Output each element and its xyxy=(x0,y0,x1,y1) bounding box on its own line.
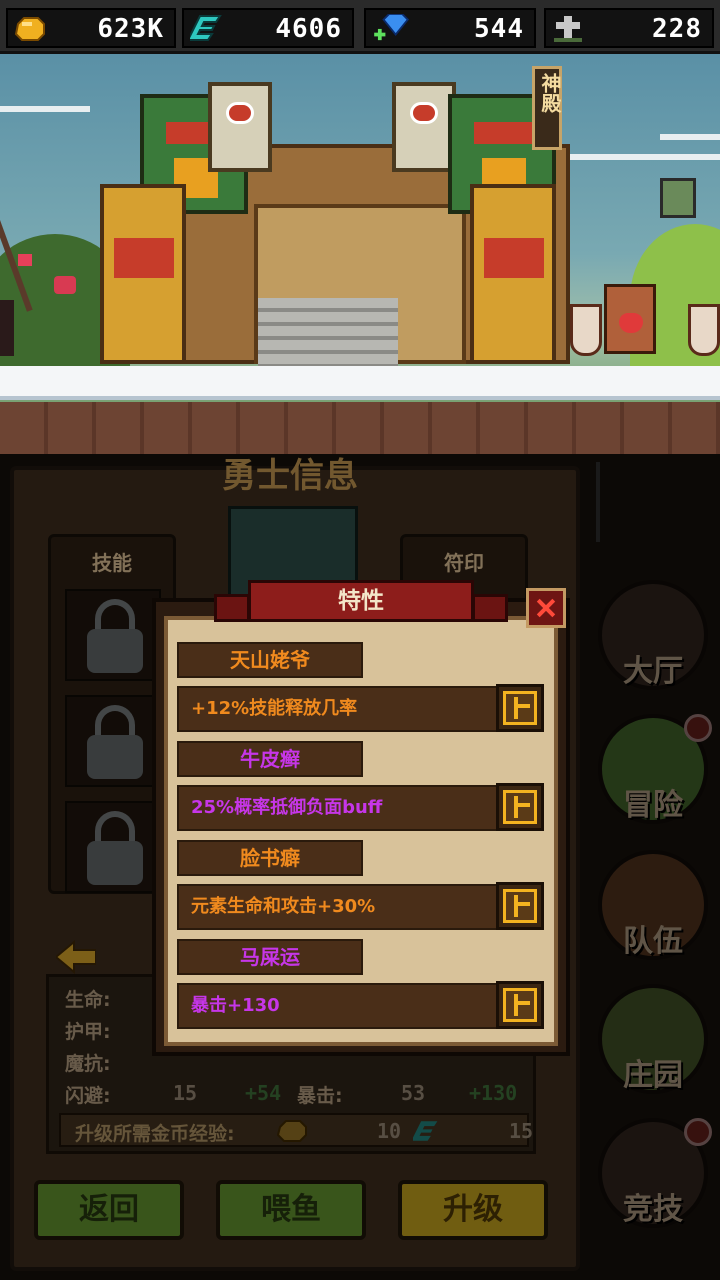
shield-warrior[interactable] xyxy=(688,304,720,356)
temple-stairs xyxy=(258,298,398,366)
trait-description: 暴击+130 xyxy=(177,983,499,1029)
cloud xyxy=(560,154,720,160)
tombstone-cross-icon xyxy=(554,16,582,42)
gold-value: 623K xyxy=(97,14,164,44)
dirt-ground xyxy=(0,402,720,454)
tombstone-value: 228 xyxy=(652,14,702,44)
trait-name: 牛皮癣 xyxy=(177,741,363,777)
totem-head xyxy=(392,82,456,172)
ribbon-tail xyxy=(214,594,250,622)
trait-name: 脸书癖 xyxy=(177,840,363,876)
gold-icon xyxy=(14,17,45,41)
reroll-icon xyxy=(503,790,537,824)
trait-description: +12%技能释放几率 xyxy=(177,686,499,732)
trait-name: 马屎运 xyxy=(177,939,363,975)
trait-reroll-button[interactable] xyxy=(496,783,544,831)
diamond-value: 544 xyxy=(474,14,524,44)
cloud xyxy=(0,106,90,112)
element-e-icon xyxy=(190,15,222,41)
trait-reroll-button[interactable] xyxy=(496,882,544,930)
resource-bar: 623K 4606 544 228 xyxy=(0,0,720,54)
element-value: 4606 xyxy=(275,14,342,44)
hero-edge[interactable] xyxy=(0,300,14,356)
element-counter[interactable]: 4606 xyxy=(182,8,354,48)
ribbon-tail xyxy=(472,594,508,622)
shield-warrior[interactable] xyxy=(570,304,602,356)
trait-name: 天山姥爷 xyxy=(177,642,363,678)
totem-head xyxy=(208,82,272,172)
totem-pole xyxy=(470,184,556,364)
snow-ground xyxy=(0,366,720,400)
gold-counter[interactable]: 623K xyxy=(6,8,176,48)
horned-warrior[interactable] xyxy=(660,178,696,218)
shield-warrior[interactable] xyxy=(604,284,656,354)
plum-blossom xyxy=(18,254,32,266)
plum-blossom xyxy=(54,276,76,294)
temple-sign[interactable]: 神殿 xyxy=(532,66,562,150)
reroll-icon xyxy=(503,988,537,1022)
cloud xyxy=(660,134,720,140)
temple-scene[interactable]: 神殿 xyxy=(0,54,720,454)
temple-sign-label: 神殿 xyxy=(538,73,562,113)
close-button[interactable] xyxy=(526,588,566,628)
diamond-counter[interactable]: 544 xyxy=(364,8,536,48)
totem-pole xyxy=(100,184,186,364)
diamond-plus-icon xyxy=(374,14,410,41)
traits-modal-title: 特性 xyxy=(248,580,474,622)
trait-reroll-button[interactable] xyxy=(496,981,544,1029)
reroll-icon xyxy=(503,691,537,725)
trait-reroll-button[interactable] xyxy=(496,684,544,732)
trait-description: 元素生命和攻击+30% xyxy=(177,884,499,930)
reroll-icon xyxy=(503,889,537,923)
trait-description: 25%概率抵御负面buff xyxy=(177,785,499,831)
tombstone-counter[interactable]: 228 xyxy=(544,8,714,48)
